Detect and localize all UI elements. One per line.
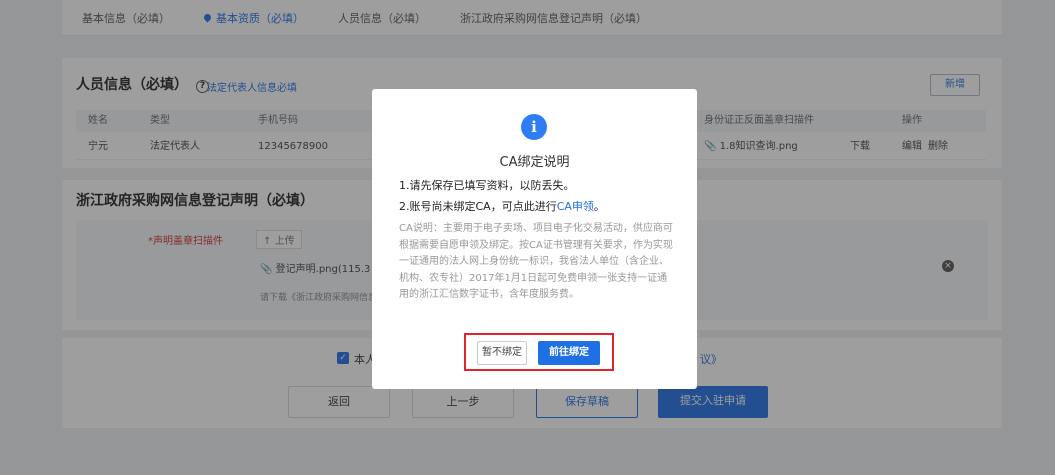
dialog-title: CA绑定说明 [499,155,570,170]
dialog-line-1: 1.请先保存已填写资料，以防丢失。 [399,179,575,192]
ca-dialog: i CA绑定说明 1.请先保存已填写资料，以防丢失。 2.账号尚未绑定CA，可点… [372,89,697,389]
dialog-note: CA说明：主要用于电子卖场、项目电子化交易活动，供应商可根据需要自愿申领及绑定。… [399,223,673,300]
skip-bind-button[interactable]: 暂不绑定 [477,341,527,365]
info-icon: i [521,114,547,140]
dialog-line-2: 2.账号尚未绑定CA，可点此进行CA申领。 [399,200,605,213]
go-bind-button[interactable]: 前往绑定 [538,341,600,365]
ca-apply-link[interactable]: CA申领 [557,200,594,213]
